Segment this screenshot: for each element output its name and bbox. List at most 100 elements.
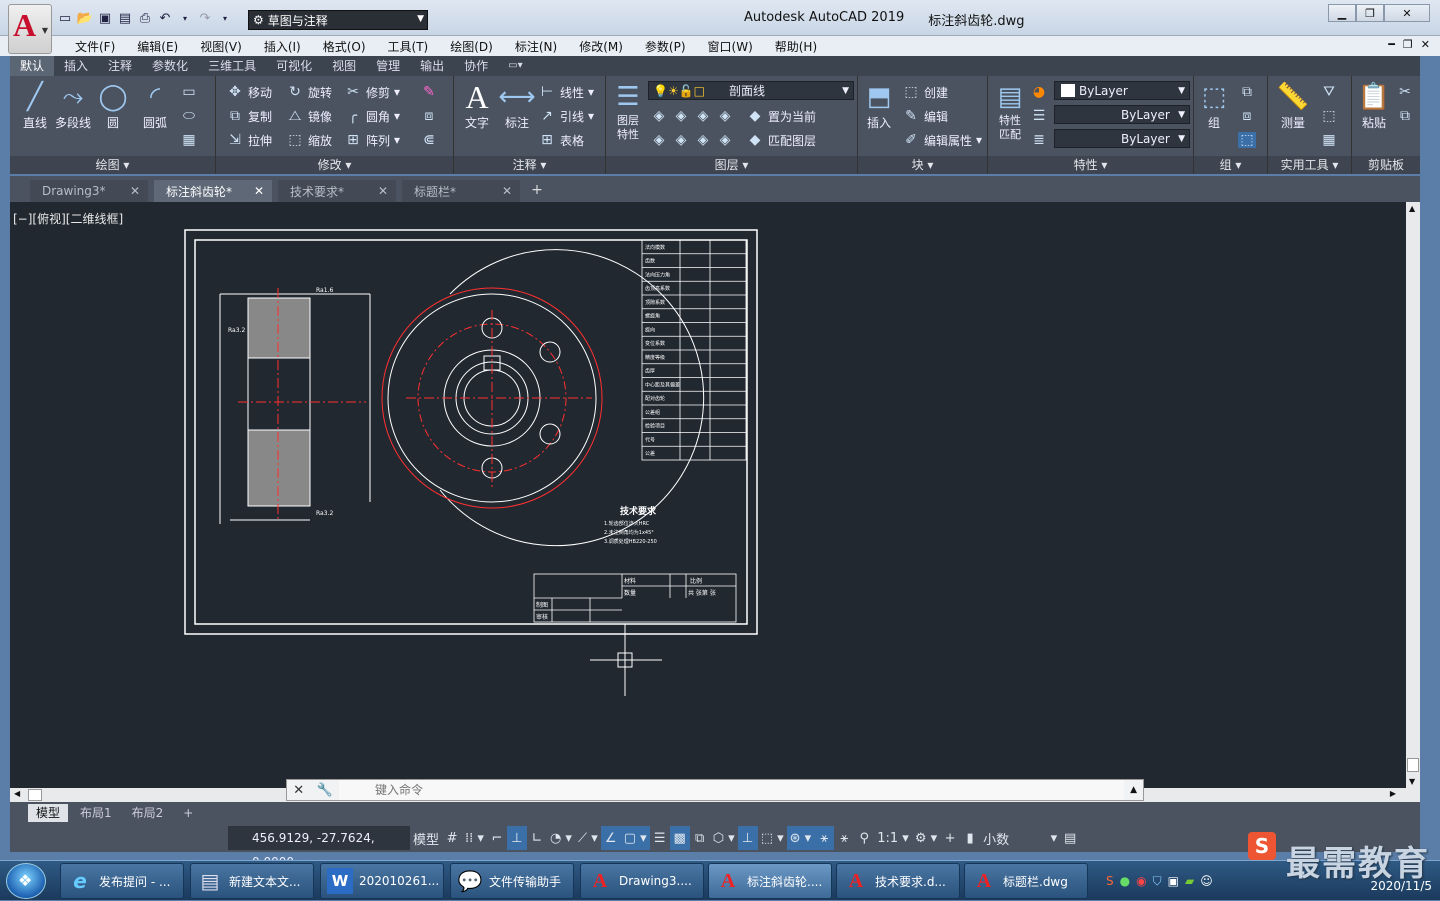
tab-view[interactable]: 视图 (322, 56, 366, 76)
undo-dropdown-icon[interactable]: ▾ (176, 9, 194, 27)
selection-cycling-icon[interactable]: ⧉ (690, 826, 710, 850)
annotation-scale-dropdown[interactable]: 1:1 ▾ (874, 826, 912, 850)
layer-properties-button[interactable]: ☰ 图层特性 (608, 80, 648, 142)
arc-button[interactable]: ◜ 圆弧 (134, 80, 176, 131)
open-file-icon[interactable]: 📂 (76, 9, 94, 27)
menu-parametric[interactable]: 参数(P) (634, 38, 697, 55)
taskbar-item-word[interactable]: W 202010261... (320, 863, 444, 899)
doc-tab-tech[interactable]: 技术要求* ✕ (278, 180, 396, 202)
circle-button[interactable]: ◯ 圆 (92, 80, 134, 131)
lineweight-toggle-icon[interactable]: ☰ (650, 826, 670, 850)
workspace-gear-icon[interactable]: ⚙ ▾ (912, 826, 940, 850)
menu-file[interactable]: 文件(F) (64, 38, 126, 55)
workspace-dropdown[interactable]: ⚙ 草图与注释 ▼ (248, 10, 428, 30)
menu-help[interactable]: 帮助(H) (764, 38, 828, 55)
table-button[interactable]: ⊞ 表格 (538, 130, 584, 150)
utilities-panel-label[interactable]: 实用工具 ▾ (1268, 156, 1351, 174)
match-layer-button[interactable]: ◆ 匹配图层 (746, 130, 816, 150)
object-snap-tracking-icon[interactable]: ∠ (600, 826, 621, 850)
taskbar-item-titleblock[interactable]: A 标题栏.dwg (964, 863, 1088, 899)
cut-button[interactable]: ✂ (1396, 82, 1414, 102)
rotate-button[interactable]: ↻ 旋转 (286, 82, 332, 102)
doc-restore-icon[interactable]: ❐ (1403, 38, 1413, 51)
draw-panel-label[interactable]: 绘图 ▾ (10, 156, 215, 174)
save-as-icon[interactable]: ▤ (116, 9, 134, 27)
snap-icon[interactable]: ⁞⁞ ▾ (462, 826, 487, 850)
shield-icon[interactable]: ⛉ (1153, 874, 1162, 889)
plus-icon[interactable]: + (940, 826, 960, 850)
tab-collaborate[interactable]: 协作 (454, 56, 498, 76)
group-panel-label[interactable]: 组 ▾ (1194, 156, 1267, 174)
menu-edit[interactable]: 编辑(E) (126, 38, 189, 55)
redo-dropdown-icon[interactable]: ▾ (216, 9, 234, 27)
tab-parametric[interactable]: 参数化 (142, 56, 198, 76)
gizmo-icon[interactable]: ⊛ ▾ (786, 826, 815, 850)
weibo-tray-icon[interactable]: ◉ (1136, 874, 1146, 888)
menu-modify[interactable]: 修改(M) (568, 38, 634, 55)
scroll-right-icon[interactable]: ▶ (1390, 789, 1396, 798)
tab-insert[interactable]: 插入 (54, 56, 98, 76)
quick-properties-icon[interactable]: ▤ (1060, 826, 1080, 850)
hatch-pattern-button[interactable]: ▦ (180, 130, 198, 150)
auto-scale-icon[interactable]: ⚹ (834, 826, 854, 850)
add-layout-button[interactable]: + (175, 804, 201, 822)
line-button[interactable]: ╱ 直线 (14, 80, 56, 131)
text-button[interactable]: A 文字 (456, 80, 498, 131)
taskbar-item-wechat[interactable]: 💬 文件传输助手 (450, 863, 574, 899)
trim-button[interactable]: ✂ 修剪 ▾ (344, 82, 400, 102)
ribbon-options-icon[interactable]: ▭▾ (498, 56, 532, 76)
command-history-icon[interactable]: ▲ (1124, 785, 1143, 795)
erase-button[interactable]: ✎ (420, 82, 438, 102)
object-snap-icon[interactable]: ▢ ▾ (620, 826, 650, 850)
hatch-button[interactable]: ⬭ (180, 106, 198, 126)
annotation-visibility-icon[interactable]: ⚹ (814, 826, 835, 850)
linetype-icon-btn[interactable]: ☰ (1030, 106, 1048, 126)
close-icon[interactable]: ✕ (378, 184, 388, 198)
layout-tab-2[interactable]: 布局2 (124, 804, 172, 822)
doc-tab-gear[interactable]: 标注斜齿轮* ✕ (154, 180, 272, 202)
transparency-icon[interactable]: ▩ (669, 826, 690, 850)
match-properties-button[interactable]: ▤ 特性匹配 (990, 80, 1030, 142)
close-icon[interactable]: ✕ (130, 184, 140, 198)
close-icon[interactable]: ✕ (254, 184, 264, 198)
ortho-icon[interactable]: ∟ (527, 826, 547, 850)
dynamic-input-icon[interactable]: ⊥ (506, 826, 527, 850)
menu-draw[interactable]: 绘图(D) (439, 38, 504, 55)
set-current-button[interactable]: ◆ 置为当前 (746, 106, 816, 126)
sogou-tray-icon[interactable]: S (1106, 874, 1114, 888)
linear-button[interactable]: ⊢ 线性 ▾ (538, 82, 594, 102)
explode-button[interactable]: ⧈ (420, 106, 438, 126)
layout-tab-model[interactable]: 模型 (28, 804, 69, 822)
maximize-button[interactable]: ❐ (1356, 4, 1384, 22)
print-icon[interactable]: ⎙ (136, 9, 154, 27)
tab-3d-tools[interactable]: 三维工具 (198, 56, 266, 76)
measure-button[interactable]: 📏 测量 (1270, 80, 1316, 131)
modify-panel-label[interactable]: 修改 ▾ (216, 156, 453, 174)
tab-visualize[interactable]: 可视化 (266, 56, 322, 76)
color-dropdown[interactable]: ByLayer ▼ (1054, 81, 1190, 100)
fillet-button[interactable]: ╭ 圆角 ▾ (344, 106, 400, 126)
grid-icon[interactable]: # (442, 826, 462, 850)
infer-constraints-icon[interactable]: ⌐ (487, 826, 507, 850)
new-tab-button[interactable]: + (526, 182, 548, 202)
menu-view[interactable]: 视图(V) (189, 38, 253, 55)
paste-button[interactable]: 📋 粘贴 (1354, 80, 1394, 131)
taskbar-item-drawing3[interactable]: A Drawing3.... (580, 863, 704, 899)
taskbar-item-tech[interactable]: A 技术要求.d... (836, 863, 960, 899)
menu-tools[interactable]: 工具(T) (377, 38, 440, 55)
menu-insert[interactable]: 插入(I) (253, 38, 312, 55)
scroll-down-icon[interactable]: ▼ (1409, 777, 1415, 786)
leader-button[interactable]: ↗ 引线 ▾ (538, 106, 594, 126)
edit-block-button[interactable]: ✎ 编辑 (902, 106, 948, 126)
scale-button[interactable]: ⬚ 缩放 (286, 130, 332, 150)
menu-format[interactable]: 格式(O) (312, 38, 377, 55)
tab-output[interactable]: 输出 (410, 56, 454, 76)
dimension-button[interactable]: ⟷ 标注 (496, 80, 538, 131)
network-icon[interactable]: ▣ (1168, 874, 1179, 888)
offset-button[interactable]: ⋐ (420, 130, 438, 150)
selection-filter-icon[interactable]: ⬚ ▾ (758, 826, 787, 850)
move-button[interactable]: ✥ 移动 (226, 82, 272, 102)
wechat-tray-icon[interactable]: ● (1120, 874, 1130, 888)
doc-tab-titleblock[interactable]: 标题栏* ✕ (402, 180, 520, 202)
taskbar-item-gear[interactable]: A 标注斜齿轮.... (708, 863, 832, 899)
